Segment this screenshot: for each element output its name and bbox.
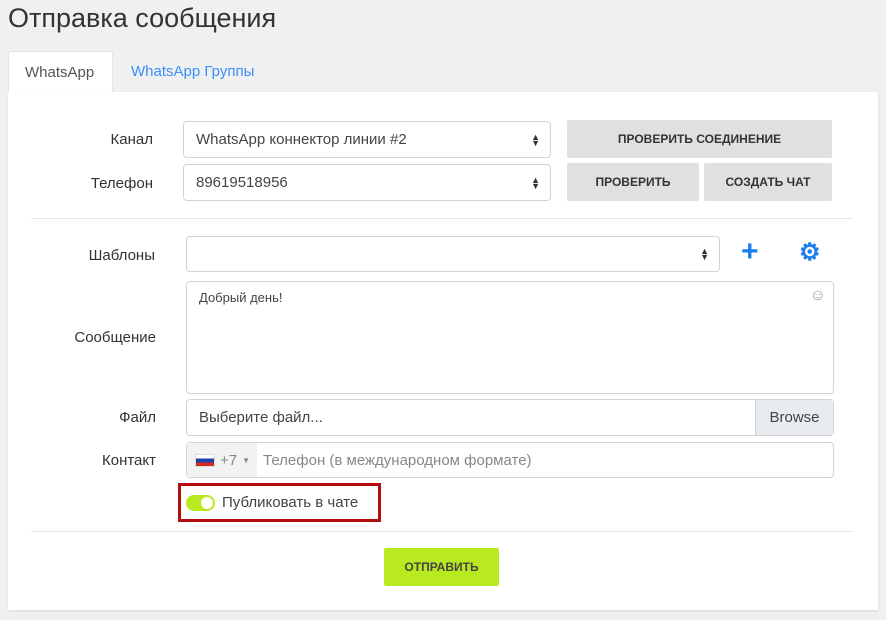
phone-value: 89619518956 bbox=[196, 174, 288, 191]
channel-label: Канал bbox=[110, 131, 153, 148]
divider bbox=[31, 218, 853, 219]
file-placeholder: Выберите файл... bbox=[199, 409, 323, 426]
page-title: Отправка сообщения bbox=[8, 3, 277, 33]
caret-down-icon: ▼ bbox=[242, 455, 251, 465]
emoji-icon[interactable]: ☺ bbox=[810, 287, 826, 305]
check-connection-button[interactable]: ПРОВЕРИТЬ СОЕДИНЕНИЕ bbox=[567, 120, 832, 158]
toggle-knob bbox=[201, 497, 213, 509]
check-button[interactable]: ПРОВЕРИТЬ bbox=[567, 163, 699, 201]
add-template-icon[interactable]: + bbox=[741, 236, 759, 268]
country-selector[interactable]: +7 ▼ bbox=[187, 443, 257, 477]
sort-arrows-icon: ▲ ▼ bbox=[531, 174, 540, 191]
publish-label: Публиковать в чате bbox=[222, 494, 359, 511]
browse-button[interactable]: Browse bbox=[755, 400, 833, 435]
sort-arrows-icon: ▲ ▼ bbox=[700, 246, 709, 262]
phone-select[interactable]: 89619518956 ▲ ▼ bbox=[183, 164, 551, 201]
gear-icon[interactable]: ⚙ bbox=[799, 238, 821, 268]
message-textarea[interactable]: Добрый день! ☺ bbox=[186, 281, 834, 394]
contact-phone-input[interactable]: +7 ▼ Телефон (в международном формате) bbox=[186, 442, 834, 478]
file-label: Файл bbox=[119, 409, 156, 426]
templates-label: Шаблоны bbox=[88, 247, 155, 264]
contact-placeholder: Телефон (в международном формате) bbox=[263, 451, 532, 469]
send-button[interactable]: ОТПРАВИТЬ bbox=[384, 548, 499, 586]
country-code: +7 bbox=[220, 451, 238, 469]
contact-label: Контакт bbox=[101, 452, 156, 469]
templates-select[interactable]: ▲ ▼ bbox=[186, 236, 720, 272]
channel-select[interactable]: WhatsApp коннектор линии #2 ▲ ▼ bbox=[183, 121, 551, 158]
file-input[interactable]: Выберите файл... Browse bbox=[186, 399, 834, 436]
sort-arrows-icon: ▲ ▼ bbox=[531, 131, 540, 148]
create-chat-button[interactable]: СОЗДАТЬ ЧАТ bbox=[704, 163, 832, 201]
russia-flag-icon bbox=[195, 453, 215, 467]
tab-whatsapp-groups[interactable]: WhatsApp Группы bbox=[115, 51, 270, 92]
channel-value: WhatsApp коннектор линии #2 bbox=[196, 131, 407, 148]
phone-label: Телефон bbox=[90, 175, 153, 192]
divider bbox=[31, 531, 853, 532]
message-text: Добрый день! bbox=[199, 290, 283, 305]
tab-whatsapp[interactable]: WhatsApp bbox=[8, 51, 113, 92]
message-label: Сообщение bbox=[74, 329, 156, 346]
publish-toggle[interactable] bbox=[186, 495, 215, 511]
